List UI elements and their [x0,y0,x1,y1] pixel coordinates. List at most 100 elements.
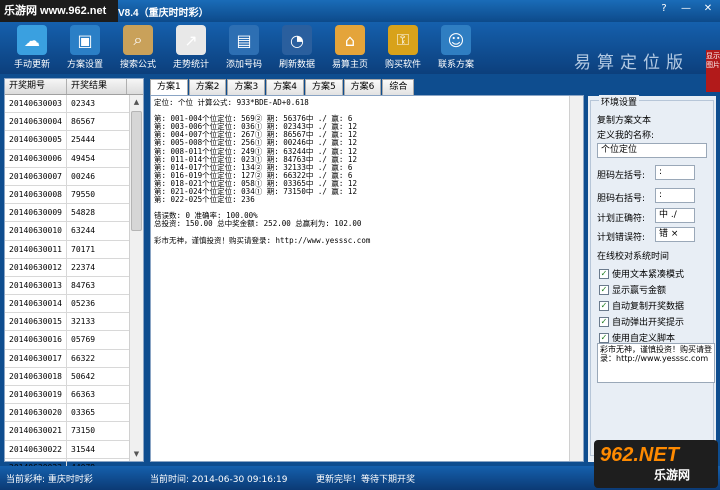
table-row[interactable]: 20140630013 84763 [5,276,129,296]
error-symbol-label: 计划错误符: [597,233,646,243]
setting-checkbox[interactable]: ✓ 自动弹出开奖提示 [599,315,684,328]
setting-checkbox[interactable]: ✓ 使用文本紧凑模式 [599,267,684,280]
scheme-output-text: 定位: 个位 计算公式: 933*BDE-AD+0.618 第: 001-004… [154,98,371,245]
tab-scheme-3[interactable]: 方案3 [227,79,266,95]
period-cell: 20140630017 [5,349,67,367]
toolbar-button-3[interactable]: ⌕ 搜索公式 [112,24,164,72]
table-row[interactable]: 20140630011 70171 [5,240,129,259]
settings-group: 环境设置 复制方案文本 定义我的名称: 个位定位 胆码左括号: : 胆码右括号:… [590,95,715,456]
toolbar-button-label: 方案设置 [66,60,103,70]
table-row[interactable]: 20140630014 05236 [5,295,129,314]
setting-checkbox[interactable]: ✓ 显示赢亏金额 [599,283,666,296]
result-cell: 70171 [71,244,96,254]
toolbar-button-9[interactable]: ☺ 联系方案 [430,24,482,72]
table-row[interactable]: 20140630016 05769 [5,331,129,350]
tab-scheme-1[interactable]: 方案1 [150,79,188,96]
table-row[interactable]: 20140630015 32133 [5,313,129,332]
table-row[interactable]: 20140630006 49454 [5,149,129,168]
close-button[interactable]: ✕ [700,2,716,16]
toolbar-button-5[interactable]: ▤ 添加号码 [218,24,270,72]
draw-results-table: 开奖期号 开奖结果 20140630003 02343 20140630004 865… [4,78,144,490]
table-row[interactable]: 20140630018 50642 [5,367,129,386]
column-header-period[interactable]: 开奖期号 [5,79,67,94]
period-cell: 20140630020 [5,404,67,422]
minimize-button[interactable]: — [678,2,694,16]
period-cell: 20140630006 [5,149,67,167]
table-row[interactable]: 20140630021 73150 [5,422,129,441]
left-bracket-field[interactable]: : [655,165,695,180]
scheme-output[interactable]: 定位: 个位 计算公式: 933*BDE-AD+0.618 第: 001-004… [150,95,584,462]
table-row[interactable]: 20140630012 22374 [5,258,129,277]
setting-checkbox[interactable]: ✓ 自动复制开奖数据 [599,299,684,312]
settings-panel: 环境设置 复制方案文本 定义我的名称: 个位定位 胆码左括号: : 胆码右括号:… [588,95,716,462]
checkbox-label: 使用文本紧凑模式 [612,270,685,280]
toolbar-button-7[interactable]: ⌂ 易算主页 [324,24,376,72]
correct-symbol-label: 计划正确符: [597,214,646,224]
result-cell: 25444 [71,135,96,145]
copy-scheme-text-button[interactable]: 复制方案文本 [597,113,651,126]
toolbar-button-1[interactable]: ☁ 手动更新 [6,24,58,72]
scroll-up-icon[interactable]: ▲ [130,95,143,109]
result-cell: 63244 [71,226,96,236]
checkbox-label: 自动弹出开奖提示 [612,318,685,328]
toolbar-button-6[interactable]: ◔ 刷新数据 [271,24,323,72]
table-row[interactable]: 20140630019 66363 [5,386,129,405]
scroll-thumb[interactable] [131,111,142,231]
brand-text: 易算定位版 [574,53,689,73]
table-row[interactable]: 20140630010 63244 [5,222,129,241]
help-button[interactable]: ? [656,2,672,16]
output-scrollbar[interactable] [569,96,583,461]
show-image-tag[interactable]: 显示图片 [706,50,720,92]
online-time-sync[interactable]: 在线校对系统时间 [597,249,669,262]
checkmark-icon[interactable]: ✓ [599,300,609,311]
result-cell: 00246 [71,171,96,181]
result-cell: 49454 [71,153,96,163]
table-row[interactable]: 20140630003 02343 [5,95,129,114]
table-row[interactable]: 20140630005 25444 [5,131,129,150]
table-scrollbar[interactable]: ▲ ▼ [129,95,143,461]
toolbar-button-label: 手动更新 [13,60,50,70]
period-cell: 20140630022 [5,440,67,458]
toolbar-button-8[interactable]: ⚿ 购买软件 [377,24,429,72]
scheme-tabs: 方案1 方案2 方案3 方案4 方案5 方案6 综合 [150,79,415,96]
key-icon: ⚿ [388,25,418,55]
table-row[interactable]: 20140630004 86567 [5,113,129,132]
table-row[interactable]: 20140630022 31544 [5,440,129,459]
tab-scheme-7[interactable]: 综合 [382,79,415,95]
gauge-icon: ◔ [282,25,312,55]
contacts-icon: ☺ [441,25,471,55]
result-cell: 02343 [71,99,96,108]
toolbar-button-2[interactable]: ▣ 方案设置 [59,24,111,72]
checkmark-icon[interactable]: ✓ [599,316,609,327]
period-cell: 20140630021 [5,422,67,440]
table-row[interactable]: 20140630020 03365 [5,404,129,423]
error-symbol-field[interactable]: 错 × [655,227,695,242]
checkmark-icon[interactable]: ✓ [599,268,609,279]
period-cell: 20140630003 [5,95,67,113]
toolbar-button-label: 刷新数据 [278,60,315,70]
toolbar-button-4[interactable]: ↗ 走势统计 [165,24,217,72]
tab-scheme-6[interactable]: 方案6 [343,79,382,95]
scroll-down-icon[interactable]: ▼ [130,447,143,461]
tab-scheme-4[interactable]: 方案4 [266,79,304,95]
column-header-result[interactable]: 开奖结果 [67,79,127,94]
home-icon: ⌂ [335,25,365,55]
tab-scheme-2[interactable]: 方案2 [188,79,227,95]
table-header: 开奖期号 开奖结果 [5,79,143,95]
name-field[interactable]: 个位定位 [597,143,707,158]
chart-icon: ↗ [176,25,206,55]
left-bracket-label: 胆码左括号: [597,171,646,181]
checkmark-icon[interactable]: ✓ [599,332,609,343]
custom-script-textarea[interactable]: 彩市无神，谨慎投资！购买请登录：http://www.yesssc.com [597,343,715,383]
table-row[interactable]: 20140630008 79550 [5,185,129,205]
table-row[interactable]: 20140630017 66322 [5,349,129,368]
define-name-label: 定义我的名称: [597,131,655,141]
tab-scheme-5[interactable]: 方案5 [304,79,343,95]
table-row[interactable]: 20140630007 00246 [5,167,129,186]
result-cell: 22374 [71,262,96,272]
status-time: 当前时间: 2014-06-30 09:16:19 [150,475,288,485]
table-row[interactable]: 20140630009 54828 [5,204,129,223]
checkmark-icon[interactable]: ✓ [599,284,609,295]
right-bracket-field[interactable]: : [655,188,695,203]
correct-symbol-field[interactable]: 中 ./ [655,208,695,223]
